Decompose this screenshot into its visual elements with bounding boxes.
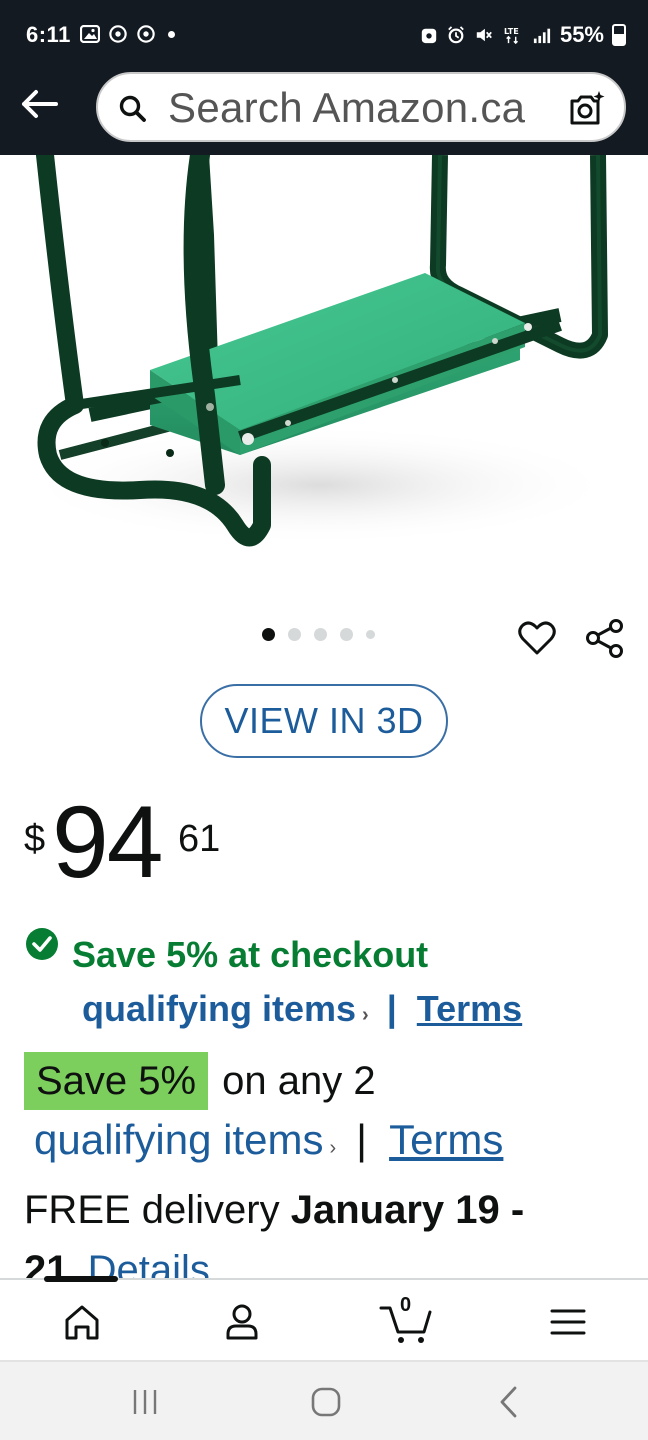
app-header: 6:11 LTE 55% Search Amazon.ca	[0, 0, 648, 155]
carousel-dot[interactable]	[314, 628, 327, 641]
cart-button[interactable]: 0	[378, 1294, 438, 1346]
camera-search-icon[interactable]	[566, 89, 606, 129]
system-home-icon[interactable]	[310, 1386, 342, 1418]
promo-row: Save 5% on any 2	[24, 1052, 376, 1110]
search-icon	[119, 95, 146, 122]
promo-qualifying-items-link[interactable]: qualifying items	[34, 1116, 323, 1164]
carousel-dot[interactable]	[288, 628, 301, 641]
carousel-dot[interactable]	[340, 628, 353, 641]
status-bar: 6:11 LTE 55%	[0, 0, 648, 70]
carousel-dot[interactable]	[262, 628, 275, 641]
cart-count-badge: 0	[400, 1294, 412, 1316]
search-placeholder: Search Amazon.ca	[168, 84, 526, 131]
garden-kneeler-image	[20, 155, 620, 547]
promo-text: on any 2	[222, 1058, 376, 1103]
chevron-right-icon: ›	[329, 1137, 337, 1159]
heart-icon[interactable]	[516, 617, 558, 659]
search-input[interactable]: Search Amazon.ca	[96, 72, 626, 142]
price-currency: $	[24, 818, 46, 860]
bottom-nav: 0	[0, 1276, 648, 1360]
battery-icon	[612, 24, 626, 46]
image-carousel-dots[interactable]	[262, 628, 375, 641]
delivery-date-end: 21	[24, 1248, 69, 1278]
coupon-links: qualifying items › | Terms	[82, 988, 522, 1030]
home-icon[interactable]	[58, 1298, 106, 1346]
battery-percent: 55%	[559, 22, 604, 47]
svg-text:LTE: LTE	[504, 26, 519, 36]
delivery-details-link[interactable]: Details	[88, 1248, 210, 1278]
coupon-headline: Save 5% at checkout	[72, 934, 429, 975]
coupon-terms-link[interactable]: Terms	[417, 988, 522, 1030]
gallery-icon	[80, 25, 100, 43]
promo-badge: Save 5%	[24, 1052, 209, 1110]
system-icons: LTE 55%	[420, 22, 626, 48]
menu-icon[interactable]	[544, 1298, 592, 1346]
signal-icon	[533, 28, 551, 44]
chrome-icon	[109, 25, 127, 43]
back-arrow-icon[interactable]	[18, 82, 62, 126]
promo-links: qualifying items › | Terms	[34, 1116, 503, 1164]
mute-icon	[476, 28, 492, 42]
alarm-icon	[448, 26, 464, 44]
separator: |	[356, 1116, 368, 1163]
active-tab-indicator	[44, 1276, 118, 1282]
price-fraction: 61	[178, 818, 221, 860]
separator: |	[386, 988, 397, 1029]
account-icon[interactable]	[218, 1298, 266, 1346]
delivery-info: FREE delivery January 19 -	[24, 1188, 524, 1233]
chevron-right-icon: ›	[362, 1004, 369, 1026]
coupon-qualifying-items-link[interactable]: qualifying items	[82, 988, 356, 1030]
product-image[interactable]	[0, 155, 648, 575]
delivery-prefix: FREE delivery	[24, 1188, 280, 1232]
view-in-3d-button[interactable]: VIEW IN 3D	[200, 684, 448, 758]
recent-apps-icon[interactable]	[130, 1388, 160, 1416]
notification-icons	[80, 25, 175, 43]
chrome-icon	[137, 25, 155, 43]
status-time: 6:11	[26, 22, 71, 47]
delivery-info-line2: 21 Details	[24, 1248, 210, 1278]
carousel-dot[interactable]	[366, 630, 375, 639]
system-navigation-bar	[0, 1360, 648, 1440]
more-notifications-dot	[168, 30, 175, 38]
delivery-date-start: January 19 -	[290, 1188, 525, 1232]
system-back-icon[interactable]	[495, 1384, 521, 1420]
lte-icon: LTE	[504, 26, 519, 44]
recycle-icon	[421, 28, 437, 44]
price-whole: 94	[52, 785, 163, 899]
check-circle-icon	[26, 928, 58, 960]
promo-terms-link[interactable]: Terms	[389, 1116, 503, 1164]
share-icon[interactable]	[584, 617, 626, 659]
